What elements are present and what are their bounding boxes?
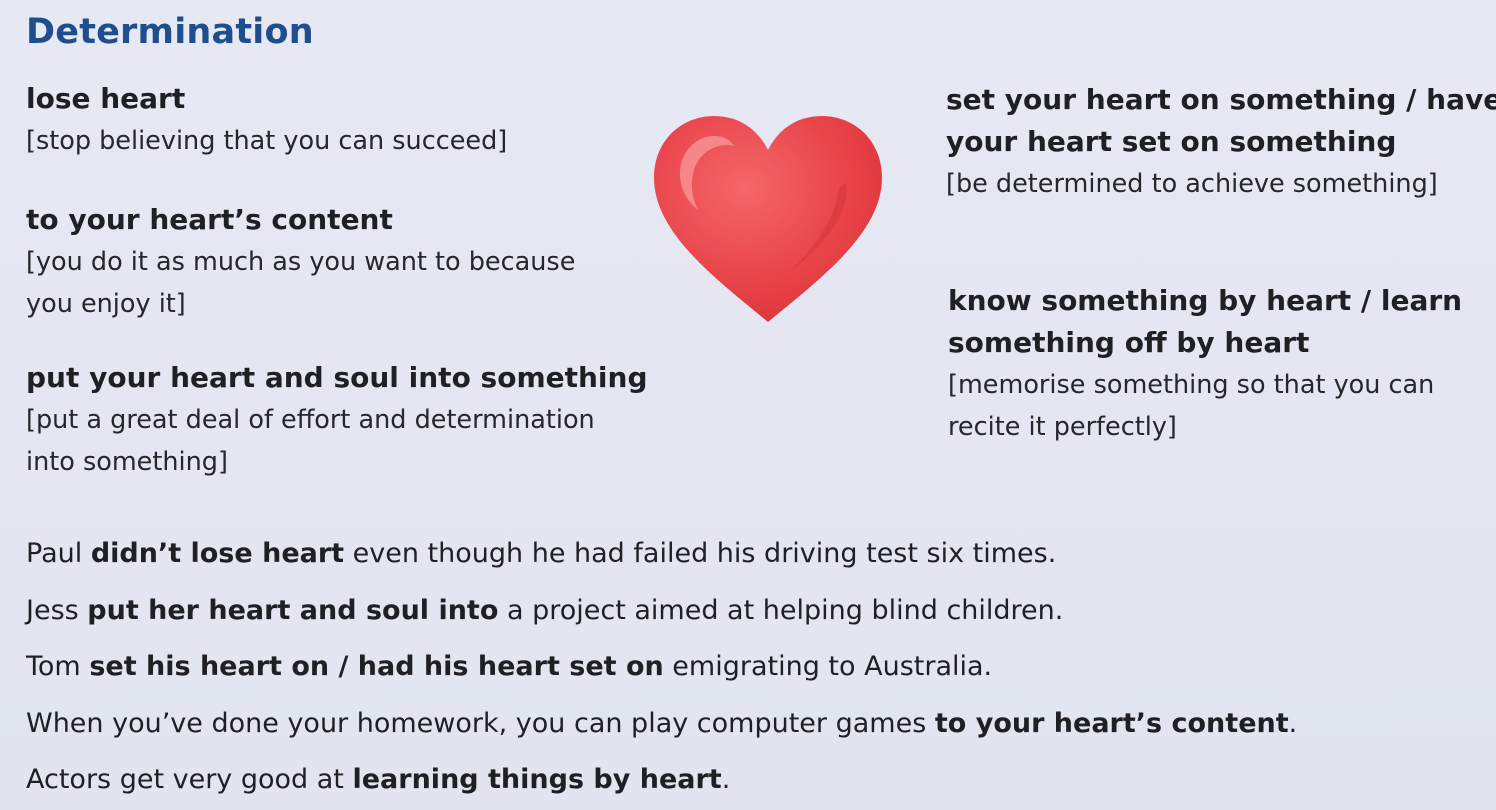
idiom-definition-line-2: into something] xyxy=(26,447,228,477)
page-title: Determination xyxy=(26,12,314,52)
example-sentence-2: Jess put her heart and soul into a proje… xyxy=(26,583,1466,640)
example-text: Actors get very good at xyxy=(26,764,353,795)
idiom-phrase-line-1: set your heart on something / have xyxy=(946,83,1496,116)
idiom-definition-line-1: [memorise something so that you can xyxy=(948,370,1435,400)
idiom-set-your-heart-on: set your heart on something / have your … xyxy=(946,79,1496,205)
idiom-phrase: to your heart’s content xyxy=(26,203,393,236)
idiom-phrase-line-2: your heart set on something xyxy=(946,125,1397,158)
idiom-definition-line-1: [you do it as much as you want to becaus… xyxy=(26,247,576,277)
example-sentence-5: Actors get very good at learning things … xyxy=(26,752,1466,809)
example-idiom: didn’t lose heart xyxy=(90,538,345,569)
idiom-definition-line-1: [put a great deal of effort and determin… xyxy=(26,405,595,435)
example-idiom: put her heart and soul into xyxy=(87,594,499,626)
example-sentence-1: Paul didn’t lose heart even though he ha… xyxy=(26,526,1466,583)
idiom-definition-line-2: recite it perfectly] xyxy=(948,412,1177,442)
example-text: emigrating to Australia. xyxy=(663,651,993,682)
example-idiom: set his heart on / had his heart set on xyxy=(89,651,664,682)
example-sentences: Paul didn’t lose heart even though he ha… xyxy=(26,526,1466,809)
example-text: a project aimed at helping blind childre… xyxy=(498,594,1064,626)
example-text: . xyxy=(721,764,731,795)
idiom-definition-line-2: you enjoy it] xyxy=(26,289,186,319)
example-text: . xyxy=(1288,707,1298,739)
page: Determination lose heart [stop believing… xyxy=(0,0,1496,810)
idiom-lose-heart: lose heart [stop believing that you can … xyxy=(26,78,507,162)
idiom-phrase: put your heart and soul into something xyxy=(26,361,648,394)
example-text: Jess xyxy=(26,594,88,626)
heart-icon xyxy=(654,116,882,322)
idiom-heart-and-soul: put your heart and soul into something [… xyxy=(26,357,648,483)
idiom-to-your-hearts-content: to your heart’s content [you do it as mu… xyxy=(26,199,575,325)
idiom-phrase-line-2: something off by heart xyxy=(948,326,1310,359)
idiom-phrase: lose heart xyxy=(26,82,186,115)
example-text: When you’ve done your homework, you can … xyxy=(26,707,935,739)
idiom-definition: [stop believing that you can succeed] xyxy=(26,126,508,156)
example-idiom: learning things by heart xyxy=(352,764,722,795)
example-idiom: to your heart’s content xyxy=(934,707,1289,739)
example-sentence-3: Tom set his heart on / had his heart set… xyxy=(26,639,1466,696)
example-sentence-4: When you’ve done your homework, you can … xyxy=(26,696,1466,753)
idiom-know-by-heart: know something by heart / learn somethin… xyxy=(948,280,1462,448)
example-text: Paul xyxy=(26,538,91,569)
example-text: even though he had failed his driving te… xyxy=(344,538,1057,569)
idiom-phrase-line-1: know something by heart / learn xyxy=(948,284,1463,317)
example-text: Tom xyxy=(26,651,90,682)
idiom-definition: [be determined to achieve something] xyxy=(946,169,1438,199)
